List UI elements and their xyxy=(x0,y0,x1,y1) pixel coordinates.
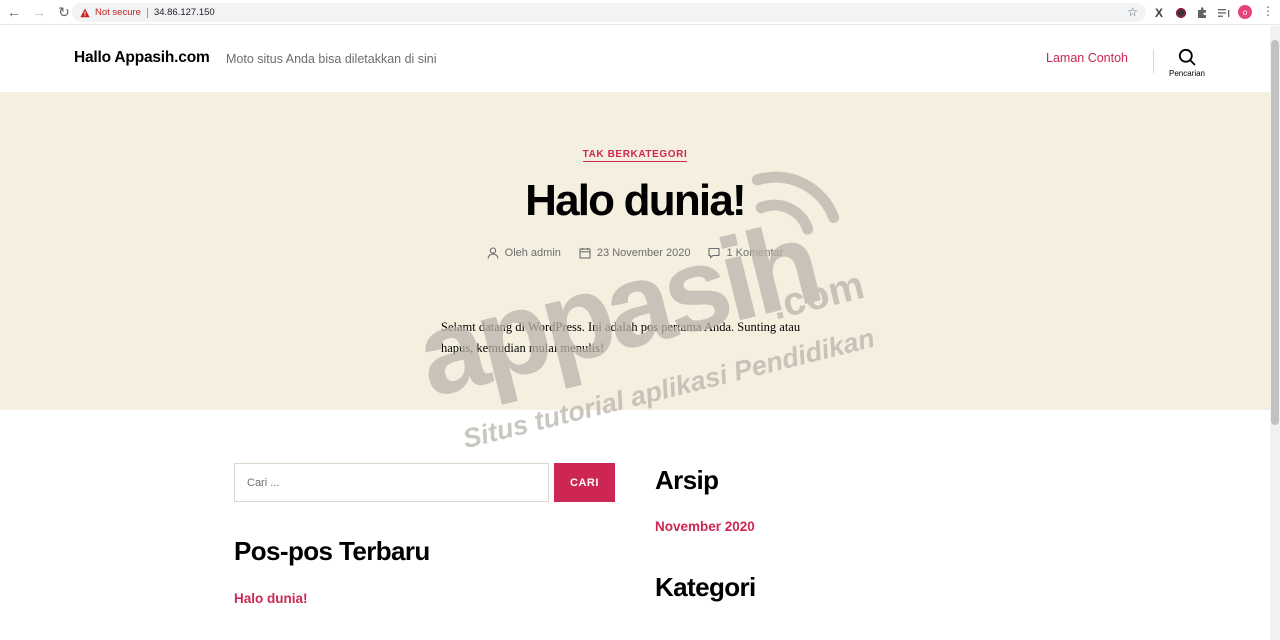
post-comments: 1 Komentar xyxy=(708,247,783,259)
site-description: Moto situs Anda bisa diletakkan di sini xyxy=(226,52,437,66)
search-input[interactable] xyxy=(234,463,549,502)
search-toggle-label: Pencarian xyxy=(1168,69,1206,78)
security-status[interactable]: Not secure xyxy=(95,7,141,18)
site-title[interactable]: Hallo Appasih.com xyxy=(74,49,210,67)
extension-x-icon[interactable]: X xyxy=(1151,4,1167,21)
extensions-puzzle-icon[interactable] xyxy=(1195,4,1209,21)
comments-link[interactable]: 1 Komentar xyxy=(726,247,783,259)
scrollbar-thumb[interactable] xyxy=(1271,40,1279,425)
recent-post-link[interactable]: Halo dunia! xyxy=(234,591,308,606)
post-meta: Oleh admin 23 November 2020 1 Komentar xyxy=(0,247,1270,259)
search-form: CARI xyxy=(234,463,615,502)
post-category: TAK BERKATEGORI xyxy=(0,144,1270,162)
warning-icon xyxy=(80,8,90,17)
post-content: Selamt datang di WordPress. Ini adalah p… xyxy=(441,320,801,355)
archives-title: Arsip xyxy=(655,465,719,495)
user-icon xyxy=(487,247,498,259)
comment-icon xyxy=(708,247,721,259)
url-text[interactable]: 34.86.127.150 xyxy=(154,7,215,18)
post-author: Oleh admin xyxy=(487,247,561,259)
back-arrow-icon[interactable]: ← xyxy=(3,1,25,23)
forward-arrow-icon[interactable]: → xyxy=(28,1,50,23)
address-separator xyxy=(146,7,148,18)
recent-posts-title: Pos-pos Terbaru xyxy=(234,536,430,566)
search-toggle-button[interactable]: Pencarian xyxy=(1160,48,1214,88)
browser-toolbar: ← → ↻ Not secure 34.86.127.150 ☆ X o ⋮ xyxy=(0,0,1280,25)
extension-circle-icon[interactable] xyxy=(1175,4,1187,21)
category-link[interactable]: TAK BERKATEGORI xyxy=(582,149,688,162)
post-date: 23 November 2020 xyxy=(579,247,691,259)
search-icon xyxy=(1178,48,1196,66)
search-submit-button[interactable]: CARI xyxy=(554,463,615,502)
archive-link[interactable]: November 2020 xyxy=(655,519,755,534)
reading-list-icon[interactable] xyxy=(1217,4,1231,21)
nav-link-laman-contoh[interactable]: Laman Contoh xyxy=(1046,51,1128,65)
calendar-icon xyxy=(579,247,591,259)
categories-title: Kategori xyxy=(655,572,756,602)
browser-menu-icon[interactable]: ⋮ xyxy=(1262,4,1274,18)
post-hero: TAK BERKATEGORI Halo dunia! Oleh admin 2… xyxy=(0,92,1270,410)
header-divider xyxy=(1153,49,1154,73)
profile-avatar[interactable]: o xyxy=(1238,5,1252,19)
post-title[interactable]: Halo dunia! xyxy=(0,176,1270,226)
site-header: Hallo Appasih.com Moto situs Anda bisa d… xyxy=(0,26,1270,92)
bookmark-star-icon[interactable]: ☆ xyxy=(1127,5,1138,19)
author-link[interactable]: Oleh admin xyxy=(505,247,561,259)
date-link[interactable]: 23 November 2020 xyxy=(597,247,691,259)
address-bar[interactable]: Not secure 34.86.127.150 ☆ xyxy=(72,3,1146,22)
